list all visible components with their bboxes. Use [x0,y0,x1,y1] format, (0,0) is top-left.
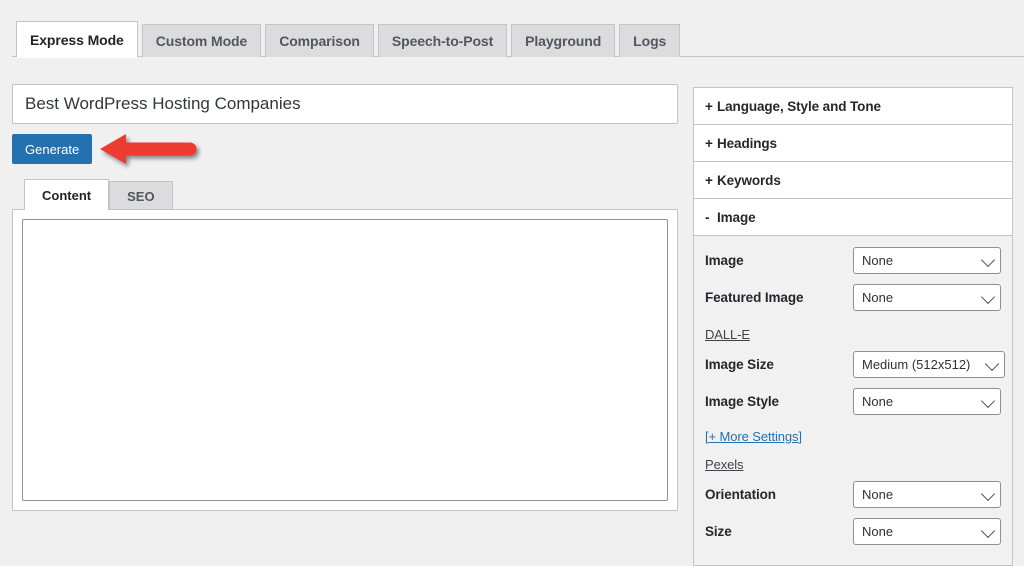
tab-label: Comparison [279,33,360,49]
tab-label: Playground [525,33,602,49]
more-settings-link[interactable]: [+ More Settings] [705,429,802,444]
chevron-down-icon [980,486,996,501]
image-style-select[interactable]: None [853,388,1001,415]
accordion-headings[interactable]: + Headings [694,125,1012,162]
collapse-minus-icon: - [705,209,710,225]
chevron-down-icon [980,393,996,408]
field-label: Orientation [705,487,776,502]
accordion-image[interactable]: - Image [694,199,1012,236]
accordion-language-style-tone[interactable]: + Language, Style and Tone [694,88,1012,125]
main-column: Generate Content SEO [12,84,678,511]
field-label: Featured Image [705,290,804,305]
select-value: Medium (512x512) [862,357,971,372]
accordion-label: Headings [717,135,777,151]
tab-label: SEO [127,188,155,204]
accordion-label: Keywords [717,172,781,188]
chevron-down-icon [980,289,996,304]
field-orientation: Orientation None [705,481,1001,508]
generate-row: Generate [12,134,678,168]
content-panel [12,209,678,511]
accordion-label: Language, Style and Tone [717,98,881,114]
tab-list: Express Mode Custom Mode Comparison Spee… [16,21,681,58]
image-size-select[interactable]: Medium (512x512) [853,351,1005,378]
chevron-down-icon [980,252,996,267]
chevron-down-icon [984,356,1000,371]
select-value: None [862,253,894,268]
tab-custom-mode[interactable]: Custom Mode [141,24,262,57]
field-image-size: Image Size Medium (512x512) [705,351,1005,378]
expand-plus-icon: + [705,135,713,151]
tab-seo[interactable]: SEO [109,181,173,210]
tab-express-mode[interactable]: Express Mode [16,21,138,58]
image-select[interactable]: None [853,247,1001,274]
orientation-select[interactable]: None [853,481,1001,508]
tab-speech-to-post[interactable]: Speech-to-Post [377,24,508,57]
select-value: None [862,290,894,305]
tab-label: Speech-to-Post [391,33,494,49]
tab-label: Content [42,187,92,203]
field-label: Image Size [705,357,774,372]
select-value: None [862,394,894,409]
red-arrow-annotation-icon [100,134,197,164]
image-settings-panel: Image None Featured Image None DALL-E Im… [694,236,1012,566]
mode-tab-bar: Express Mode Custom Mode Comparison Spee… [0,0,1024,58]
pexels-section-link[interactable]: Pexels [705,457,744,472]
content-tab-list: Content SEO [12,179,678,211]
accordion-keywords[interactable]: + Keywords [694,162,1012,199]
expand-plus-icon: + [705,98,713,114]
tab-label: Custom Mode [155,33,248,49]
field-label: Size [705,524,732,539]
content-editor-textarea[interactable] [22,219,668,501]
field-label: Image Style [705,394,779,409]
chevron-down-icon [980,523,996,538]
tab-content[interactable]: Content [24,179,110,211]
generate-button[interactable]: Generate [12,134,93,164]
field-label: Image [705,253,744,268]
app-screen: Express Mode Custom Mode Comparison Spee… [0,0,1024,566]
field-image: Image None [705,247,1001,274]
field-size: Size None [705,518,1001,545]
size-select[interactable]: None [853,518,1001,545]
field-featured-image: Featured Image None [705,284,1001,311]
tab-label: Logs [633,33,667,49]
expand-plus-icon: + [705,172,713,188]
accordion-label: Image [717,209,756,225]
tab-comparison[interactable]: Comparison [265,24,374,57]
select-value: None [862,487,894,502]
field-image-style: Image Style None [705,388,1001,415]
featured-image-select[interactable]: None [853,284,1001,311]
tab-label: Express Mode [30,31,124,48]
tab-logs[interactable]: Logs [619,24,681,57]
post-title-input[interactable] [12,84,678,124]
select-value: None [862,524,894,539]
dalle-section-link[interactable]: DALL-E [705,327,750,342]
tab-playground[interactable]: Playground [511,24,616,57]
settings-sidebar: + Language, Style and Tone + Headings + … [693,87,1013,566]
